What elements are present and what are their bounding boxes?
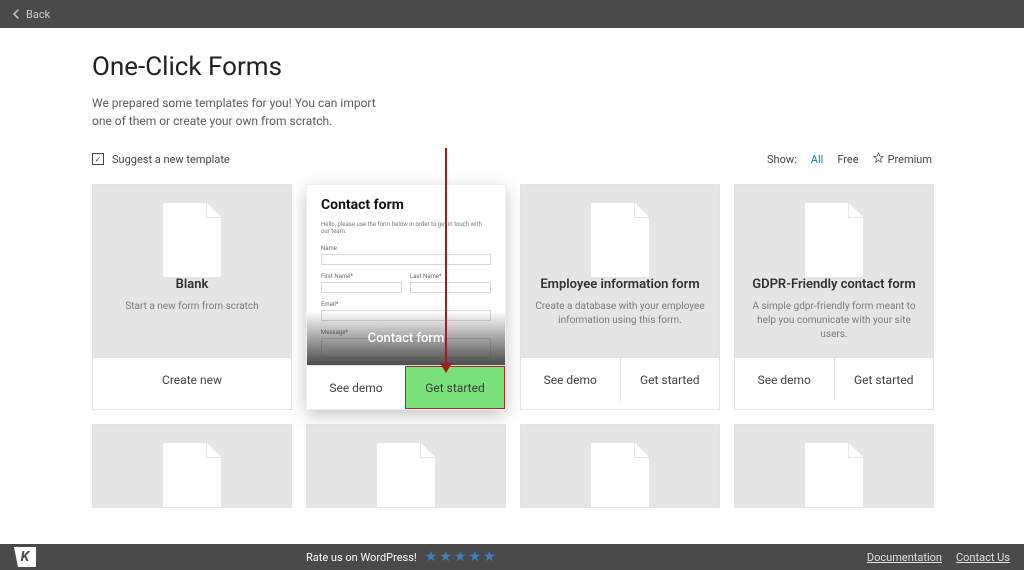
- card-desc: Create a database with your employee inf…: [535, 300, 705, 328]
- create-new-button[interactable]: Create new: [93, 358, 291, 401]
- star-icon: ★: [454, 549, 467, 565]
- show-filter: Show: All Free Premium: [767, 152, 932, 166]
- back-button[interactable]: Back: [12, 8, 50, 21]
- file-icon: [805, 203, 863, 277]
- rate-label: Rate us on WordPress!: [306, 551, 417, 564]
- main-content: One-Click Forms We prepared some templat…: [0, 28, 1024, 508]
- template-card-employee: Employee information form Create a datab…: [520, 184, 720, 410]
- get-started-button[interactable]: Get started: [834, 358, 934, 401]
- see-demo-button[interactable]: See demo: [735, 358, 834, 401]
- rate-us[interactable]: Rate us on WordPress! ★ ★ ★ ★ ★: [306, 549, 496, 565]
- card-thumbnail: Employee information form Create a datab…: [521, 185, 719, 357]
- card-title: Blank: [107, 277, 277, 292]
- filter-all[interactable]: All: [811, 153, 824, 166]
- annotation-arrow-icon: [445, 148, 447, 372]
- card-thumbnail: Blank Start a new form from scratch: [93, 185, 291, 357]
- file-icon: [163, 203, 221, 277]
- footer-bar: K Rate us on WordPress! ★ ★ ★ ★ ★ Docume…: [0, 544, 1024, 570]
- suggest-label: Suggest a new template: [112, 153, 230, 166]
- template-card-contact: Contact form Hello, please use the form …: [306, 184, 506, 410]
- logo-icon[interactable]: K: [14, 547, 36, 567]
- template-grid: Blank Start a new form from scratch Crea…: [92, 184, 932, 508]
- see-demo-button[interactable]: See demo: [307, 366, 405, 409]
- card-title: Employee information form: [535, 277, 705, 292]
- star-icon: ★: [439, 549, 452, 565]
- see-demo-button[interactable]: See demo: [521, 358, 620, 401]
- documentation-link[interactable]: Documentation: [867, 551, 942, 564]
- get-started-button[interactable]: Get started: [620, 358, 720, 401]
- star-outline-icon: [873, 152, 884, 166]
- template-card-blank: Blank Start a new form from scratch Crea…: [92, 184, 292, 410]
- card-desc: Start a new form from scratch: [107, 300, 277, 314]
- template-card: [520, 424, 720, 508]
- file-icon: [591, 443, 649, 508]
- page-title: One-Click Forms: [92, 52, 932, 82]
- card-title: GDPR-Friendly contact form: [749, 277, 919, 292]
- star-icon: ★: [468, 549, 481, 565]
- get-started-button[interactable]: Get started: [405, 366, 505, 409]
- filter-premium[interactable]: Premium: [873, 152, 932, 166]
- filter-row: ✓ Suggest a new template Show: All Free …: [92, 152, 932, 166]
- file-icon: [163, 443, 221, 508]
- file-icon: [377, 443, 435, 508]
- star-icon: ★: [425, 549, 438, 565]
- file-icon: [805, 443, 863, 508]
- chevron-left-icon: [12, 9, 20, 19]
- template-card-gdpr: GDPR-Friendly contact form A simple gdpr…: [734, 184, 934, 410]
- file-icon: [591, 203, 649, 277]
- preview-title: Contact form: [321, 197, 491, 213]
- show-label: Show:: [767, 153, 797, 166]
- top-bar: Back: [0, 0, 1024, 28]
- template-card: [734, 424, 934, 508]
- card-desc: A simple gdpr-friendly form meant to hel…: [749, 300, 919, 342]
- checkbox-icon: ✓: [92, 153, 104, 165]
- card-thumbnail: GDPR-Friendly contact form A simple gdpr…: [735, 185, 933, 357]
- star-icon: ★: [483, 549, 496, 565]
- filter-free[interactable]: Free: [837, 153, 858, 166]
- filter-premium-label: Premium: [888, 153, 932, 166]
- back-label: Back: [26, 8, 50, 21]
- card-overlay-title: Contact form: [307, 311, 505, 365]
- template-card: [92, 424, 292, 508]
- star-rating: ★ ★ ★ ★ ★: [425, 549, 496, 565]
- suggest-template-link[interactable]: ✓ Suggest a new template: [92, 153, 230, 166]
- template-card: [306, 424, 506, 508]
- contact-us-link[interactable]: Contact Us: [956, 551, 1010, 564]
- page-subtitle: We prepared some templates for you! You …: [92, 94, 392, 130]
